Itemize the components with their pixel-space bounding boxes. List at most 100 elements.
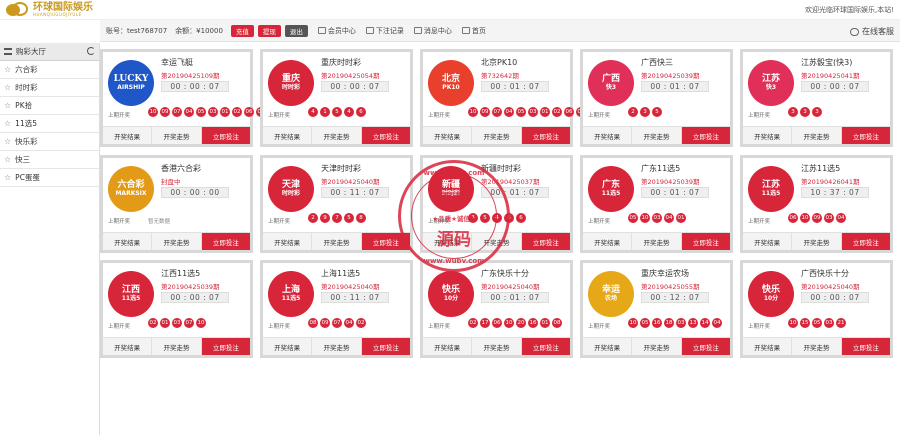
countdown-timer: 00 : 01 : 07 — [481, 292, 549, 303]
trend-button[interactable]: 开奖走势 — [152, 233, 202, 250]
sidebar-item[interactable]: ☆ 快三 — [0, 151, 99, 169]
lottery-card[interactable]: 六合彩 MARKSIX 香港六合彩 封盘中 00 : 00 : 00 上期开奖 暂无数据 开奖… — [100, 155, 253, 253]
bet-now-button[interactable]: 立即投注 — [201, 338, 250, 355]
results-button[interactable]: 开奖结果 — [423, 127, 473, 144]
star-icon: ☆ — [4, 173, 12, 182]
sidebar-header[interactable]: 购彩大厅 — [0, 43, 99, 61]
results-button[interactable]: 开奖结果 — [583, 233, 633, 250]
lottery-card[interactable]: 江苏 快3 江苏骰宝(快3) 第20190425041期 00 : 00 : 07 上期开… — [740, 49, 893, 147]
sidebar-item[interactable]: ☆ 快乐彩 — [0, 133, 99, 151]
message-center-link[interactable]: 消息中心 — [413, 26, 452, 36]
last-draw-label: 上期开奖 — [268, 113, 291, 119]
results-button[interactable]: 开奖结果 — [743, 338, 793, 355]
trend-button[interactable]: 开奖走势 — [312, 127, 362, 144]
trend-button[interactable]: 开奖走势 — [312, 233, 362, 250]
lottery-card[interactable]: 新疆 时时彩 新疆时时彩 第20190425037期 00 : 01 : 07 上期开奖 3… — [420, 155, 573, 253]
countdown-timer: 00 : 00 : 07 — [801, 292, 869, 303]
trend-button[interactable]: 开奖走势 — [472, 233, 522, 250]
last-draw-label: 上期开奖 — [588, 219, 611, 225]
member-center-link[interactable]: 会员中心 — [317, 26, 356, 36]
lottery-card[interactable]: 快乐 10分 广东快乐十分 第20190425040期 00 : 01 : 07 上期开奖… — [420, 260, 573, 358]
lottery-card[interactable]: 幸运 农场 重庆幸运农场 第20190425055期 00 : 12 : 07 上期开奖 1… — [580, 260, 733, 358]
trend-button[interactable]: 开奖走势 — [152, 338, 202, 355]
result-ball: 1 — [320, 107, 330, 117]
results-button[interactable]: 开奖结果 — [103, 127, 153, 144]
countdown-timer: 00 : 11 : 07 — [321, 187, 389, 198]
trend-button[interactable]: 开奖走势 — [472, 127, 522, 144]
bet-records-link[interactable]: 下注记录 — [365, 26, 404, 36]
lottery-card[interactable]: 天津 时时彩 天津时时彩 第20190425040期 00 : 11 : 07 上期开奖 2… — [260, 155, 413, 253]
bet-now-button[interactable]: 立即投注 — [521, 338, 570, 355]
results-button[interactable]: 开奖结果 — [263, 127, 313, 144]
lottery-card[interactable]: 重庆 时时彩 重庆时时彩 第20190425054期 00 : 00 : 07 上期开奖 4… — [260, 49, 413, 147]
bet-now-button[interactable]: 立即投注 — [841, 127, 890, 144]
bet-now-button[interactable]: 立即投注 — [681, 338, 730, 355]
results-button[interactable]: 开奖结果 — [103, 233, 153, 250]
sidebar-item[interactable]: ☆ 11选5 — [0, 115, 99, 133]
bet-now-button[interactable]: 立即投注 — [201, 127, 250, 144]
trend-button[interactable]: 开奖走势 — [312, 338, 362, 355]
result-ball: 4 — [344, 107, 354, 117]
lottery-card[interactable]: 江苏 11选5 江苏11选5 第20190426041期 10 : 37 : 07 上期开… — [740, 155, 893, 253]
trend-button[interactable]: 开奖走势 — [792, 127, 842, 144]
results-button[interactable]: 开奖结果 — [263, 338, 313, 355]
withdraw-button[interactable]: 提现 — [257, 24, 281, 37]
results-button[interactable]: 开奖结果 — [103, 338, 153, 355]
trend-button[interactable]: 开奖走势 — [152, 127, 202, 144]
sidebar-item[interactable]: ☆ 六合彩 — [0, 61, 99, 79]
results-button[interactable]: 开奖结果 — [583, 127, 633, 144]
lottery-card[interactable]: LUCKY AIRSHIP 幸运飞艇 第20190425109期 00 : 00 : 0… — [100, 49, 266, 147]
result-ball: 5 — [344, 213, 354, 223]
lottery-card[interactable]: 广西 快3 广西快三 第20190425039期 00 : 01 : 07 上期开奖 2 3 5… — [580, 49, 733, 147]
lottery-card[interactable]: 广东 11选5 广东11选5 第20190425039期 00 : 01 : 07 上期开… — [580, 155, 733, 253]
logout-button[interactable]: 退出 — [284, 24, 308, 37]
card-actions: 开奖结果 开奖走势 立即投注 — [103, 126, 250, 144]
lottery-name: 北京PK10 — [481, 58, 518, 67]
results-button[interactable]: 开奖结果 — [743, 233, 793, 250]
result-ball: 01 — [540, 318, 550, 328]
lottery-card[interactable]: 北京 PK10 北京PK10 第732642期 00 : 01 : 07 上期开奖 10 09… — [420, 49, 586, 147]
result-ball: 09 — [160, 107, 170, 117]
trend-button[interactable]: 开奖走势 — [792, 338, 842, 355]
lottery-logo: 江西 11选5 — [108, 271, 154, 317]
bet-now-button[interactable]: 立即投注 — [201, 233, 250, 250]
result-balls: 02 17 06 10 20 16 01 08 — [468, 318, 562, 328]
customer-service-link[interactable]: 在线客服 — [850, 26, 894, 37]
trend-button[interactable]: 开奖走势 — [472, 338, 522, 355]
results-button[interactable]: 开奖结果 — [423, 338, 473, 355]
countdown-timer: 00 : 00 : 07 — [161, 81, 229, 92]
sidebar-item[interactable]: ☆ PC蛋蛋 — [0, 169, 99, 187]
bet-now-button[interactable]: 立即投注 — [521, 233, 570, 250]
trend-button[interactable]: 开奖走势 — [632, 338, 682, 355]
bet-now-button[interactable]: 立即投注 — [681, 233, 730, 250]
lottery-card[interactable]: 上海 11选5 上海11选5 第20190425040期 00 : 11 : 07 上期开… — [260, 260, 413, 358]
trend-button[interactable]: 开奖走势 — [632, 127, 682, 144]
sidebar-item[interactable]: ☆ 时时彩 — [0, 79, 99, 97]
result-ball: 10 — [628, 318, 638, 328]
results-button[interactable]: 开奖结果 — [423, 233, 473, 250]
star-icon: ☆ — [4, 155, 12, 164]
result-ball: 02 — [148, 318, 158, 328]
bet-now-button[interactable]: 立即投注 — [361, 127, 410, 144]
home-link[interactable]: 首页 — [461, 26, 486, 36]
issue-number: 第20190425039期 — [641, 178, 700, 186]
results-button[interactable]: 开奖结果 — [583, 338, 633, 355]
refresh-icon[interactable] — [87, 47, 95, 55]
lottery-card[interactable]: 江西 11选5 江西11选5 第20190425039期 00 : 00 : 07 上期开… — [100, 260, 253, 358]
results-button[interactable]: 开奖结果 — [743, 127, 793, 144]
logo[interactable]: 环球国际娱乐 HUANQIUGUOJIYULE — [6, 2, 93, 18]
trend-button[interactable]: 开奖走势 — [792, 233, 842, 250]
result-balls: 235 — [628, 107, 662, 117]
bet-now-button[interactable]: 立即投注 — [681, 127, 730, 144]
bet-now-button[interactable]: 立即投注 — [361, 233, 410, 250]
home-icon — [461, 27, 470, 34]
trend-button[interactable]: 开奖走势 — [632, 233, 682, 250]
results-button[interactable]: 开奖结果 — [263, 233, 313, 250]
recharge-button[interactable]: 充值 — [230, 24, 254, 37]
bet-now-button[interactable]: 立即投注 — [361, 338, 410, 355]
sidebar-item[interactable]: ☆ PK拾 — [0, 97, 99, 115]
bet-now-button[interactable]: 立即投注 — [841, 338, 890, 355]
bet-now-button[interactable]: 立即投注 — [521, 127, 570, 144]
bet-now-button[interactable]: 立即投注 — [841, 233, 890, 250]
lottery-card[interactable]: 快乐 10分 广西快乐十分 第20190425040期 00 : 00 : 07 上期开奖… — [740, 260, 893, 358]
